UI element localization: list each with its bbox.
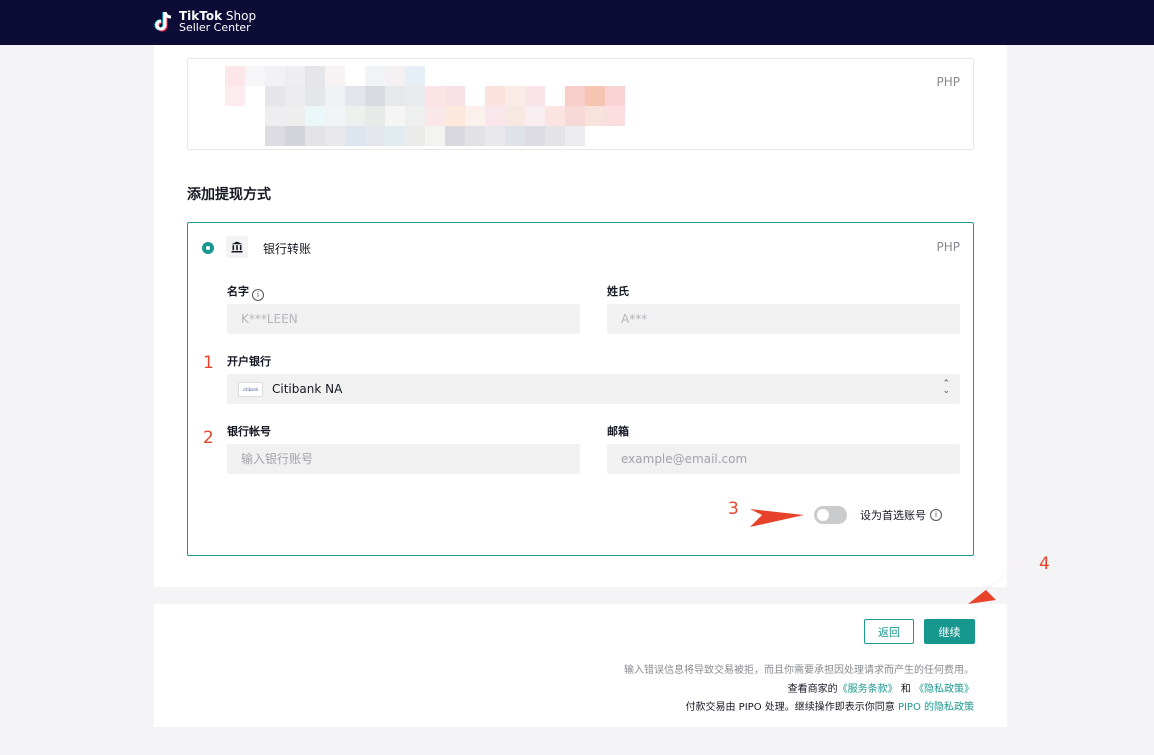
back-button[interactable]: 返回 — [864, 619, 914, 644]
arrow-down-left-icon — [968, 560, 1024, 604]
error-warning-text: 输入错误信息将导致交易被拒，而且你需要承担因处理请求而产生的任何费用。 — [624, 665, 974, 676]
last-name-label: 姓氏 — [607, 285, 629, 298]
terms-of-service-link[interactable]: 《服务条款》 — [838, 684, 898, 695]
first-name-label: 名字 i — [227, 283, 264, 301]
method-label: 银行转账 — [263, 242, 312, 256]
pipo-prefix: 付款交易由 PIPO 处理。继续操作即表示你同意 — [685, 702, 895, 713]
annotation-2: 2 — [203, 428, 214, 448]
bank-icon — [226, 236, 248, 258]
info-icon[interactable]: i — [252, 289, 264, 301]
top-bar: TikTok Shop Seller Center — [0, 0, 1154, 45]
citibank-logo: citibank — [238, 381, 263, 397]
annotation-3: 3 — [728, 499, 739, 519]
pipo-line: 付款交易由 PIPO 处理。继续操作即表示你同意 PIPO 的隐私政策 — [686, 698, 975, 713]
bank-select-value: Citibank NA — [272, 382, 343, 396]
redacted-balance — [225, 66, 625, 146]
tiktok-logo-icon — [153, 10, 175, 34]
pipo-privacy-link[interactable]: PIPO 的隐私政策 — [898, 702, 974, 713]
arrow-right-icon — [750, 509, 804, 527]
annotation-4: 4 — [1039, 554, 1050, 574]
balance-currency: PHP — [936, 75, 961, 89]
account-number-input[interactable] — [227, 444, 580, 474]
balance-box: PHP — [187, 58, 974, 150]
continue-button[interactable]: 继续 — [924, 619, 975, 644]
terms-and: 和 — [900, 684, 911, 695]
email-input[interactable] — [607, 444, 960, 474]
annotation-1: 1 — [203, 353, 214, 373]
privacy-policy-link[interactable]: 《隐私政策》 — [914, 684, 974, 695]
default-account-label: 设为首选账号 — [860, 509, 926, 522]
last-name-field[interactable] — [607, 304, 960, 334]
section-title: 添加提现方式 — [187, 187, 271, 203]
bank-transfer-option[interactable]: 银行转账 PHP 名字i 姓氏 开户银行 citibank Citibank N… — [187, 222, 974, 556]
account-number-label: 银行帐号 — [227, 425, 271, 438]
terms-line: 查看商家的《服务条款》 和 《隐私政策》 — [788, 680, 974, 695]
first-name-field[interactable] — [227, 304, 580, 334]
default-account-row: 设为首选账号 i — [814, 506, 942, 524]
default-account-toggle[interactable] — [814, 506, 847, 524]
brand-logo[interactable]: TikTok Shop Seller Center — [153, 9, 256, 35]
terms-prefix: 查看商家的 — [787, 684, 838, 695]
bank-label: 开户银行 — [227, 355, 271, 368]
method-currency: PHP — [936, 240, 961, 254]
method-radio[interactable] — [202, 242, 214, 254]
info-icon[interactable]: i — [930, 509, 942, 521]
brand-subtitle: Seller Center — [179, 21, 251, 34]
chevron-up-down-icon: ⌃ ⌄ — [942, 379, 950, 396]
email-label: 邮箱 — [607, 425, 629, 438]
bank-select[interactable]: citibank Citibank NA ⌃ ⌄ — [227, 374, 960, 404]
